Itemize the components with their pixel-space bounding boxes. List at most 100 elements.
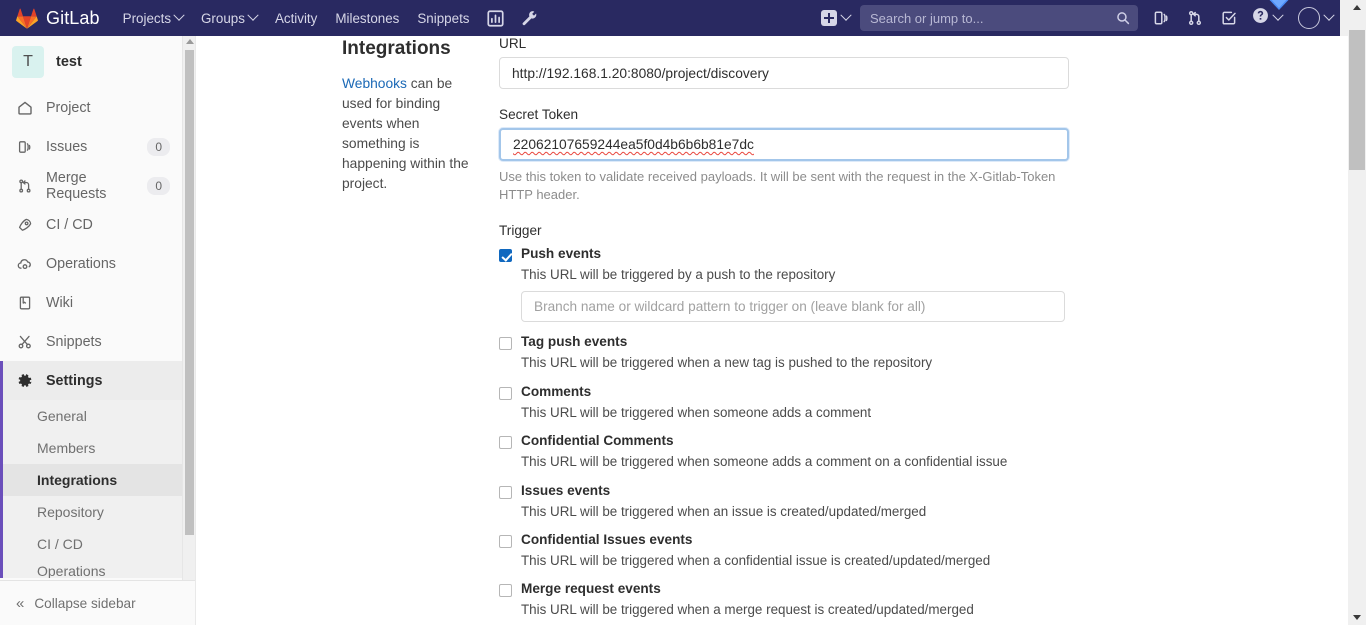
- project-name: test: [56, 54, 82, 70]
- nav-link-projects-label: Projects: [122, 10, 172, 26]
- sidebar-item-cicd-label: CI / CD: [46, 216, 93, 233]
- url-input[interactable]: [499, 57, 1069, 89]
- trigger-body: Comments This URL will be triggered when…: [521, 384, 1069, 421]
- project-avatar: T: [12, 46, 44, 78]
- top-navbar: GitLab Projects Groups Activity Mileston…: [0, 0, 1348, 36]
- trigger-row-tag-push-events: Tag push events This URL will be trigger…: [499, 334, 1069, 371]
- issues-count-badge: 0: [147, 137, 170, 156]
- nav-link-groups-label: Groups: [201, 10, 245, 26]
- page-scrollbar-thumb[interactable]: [1349, 30, 1365, 170]
- merge-requests-icon[interactable]: [1178, 0, 1212, 36]
- sidebar-subitem-members[interactable]: Members: [3, 432, 182, 464]
- trigger-desc-issues-events: This URL will be triggered when an issue…: [521, 503, 927, 519]
- sidebar-item-operations[interactable]: Operations: [0, 244, 182, 283]
- section-description-rest: can be used for binding events when some…: [342, 75, 469, 191]
- home-icon: [16, 100, 34, 116]
- secret-token-input[interactable]: 22062107659244ea5f0d4b6b6b81e7dc: [499, 128, 1069, 161]
- nav-link-groups[interactable]: Groups: [192, 0, 266, 36]
- nav-link-snippets-label: Snippets: [417, 10, 470, 26]
- sidebar-item-cicd[interactable]: CI / CD: [0, 205, 182, 244]
- help-menu-button[interactable]: [1246, 7, 1288, 29]
- trigger-desc-comments: This URL will be triggered when someone …: [521, 404, 872, 420]
- sidebar-item-project[interactable]: Project: [0, 88, 182, 127]
- sidebar-item-project-label: Project: [46, 99, 91, 116]
- nav-link-milestones[interactable]: Milestones: [326, 0, 408, 36]
- gitlab-home-link[interactable]: GitLab: [0, 0, 114, 36]
- trigger-label-push-events: Push events: [521, 245, 602, 261]
- book-icon: [16, 295, 34, 311]
- sidebar-scrollbar[interactable]: [182, 36, 195, 580]
- create-new-button[interactable]: [813, 0, 858, 36]
- scroll-up-arrow-icon[interactable]: [1353, 5, 1361, 10]
- scroll-up-arrow-icon[interactable]: [186, 39, 194, 44]
- webhook-form-column: URL Secret Token 22062107659244ea5f0d4b6…: [499, 36, 1069, 625]
- checkbox-wrapper: [499, 384, 521, 421]
- project-header[interactable]: T test: [0, 36, 182, 88]
- secret-token-value: 22062107659244ea5f0d4b6b6b81e7dc: [513, 137, 754, 152]
- trigger-body: Tag push events This URL will be trigger…: [521, 334, 1069, 371]
- page-title: Integrations: [342, 38, 451, 59]
- checkbox-issues-events[interactable]: [499, 485, 512, 499]
- nav-link-snippets[interactable]: Snippets: [408, 0, 478, 36]
- sidebar-item-wiki[interactable]: Wiki: [0, 283, 182, 322]
- trigger-label-tag-push-events: Tag push events: [521, 334, 628, 350]
- section-description: Webhooks can be used for binding events …: [342, 74, 469, 194]
- sidebar-subitem-integrations[interactable]: Integrations: [3, 464, 182, 496]
- trigger-body: Confidential Issues events This URL will…: [521, 532, 1069, 569]
- issues-icon[interactable]: [1144, 0, 1178, 36]
- sidebar-subitem-repository[interactable]: Repository: [3, 496, 182, 528]
- checkbox-comments[interactable]: [499, 386, 512, 400]
- checkbox-confidential-issues-events[interactable]: [499, 534, 512, 548]
- nav-link-milestones-label: Milestones: [335, 10, 400, 26]
- trigger-desc-merge-request-events: This URL will be triggered when a merge …: [521, 602, 974, 618]
- sidebar-item-snippets[interactable]: Snippets: [0, 322, 182, 361]
- sidebar-item-merge-requests-label: Merge Requests: [46, 169, 107, 202]
- trigger-row-merge-request-events: Merge request events This URL will be tr…: [499, 581, 1069, 618]
- checkbox-wrapper: [499, 532, 521, 569]
- checkbox-tag-push-events[interactable]: [499, 337, 512, 351]
- analytics-chart-icon[interactable]: [479, 0, 513, 36]
- trigger-desc-confidential-comments: This URL will be triggered when someone …: [521, 454, 1008, 470]
- checkbox-confidential-comments[interactable]: [499, 436, 512, 450]
- trigger-row-push-events: Push events This URL will be triggered b…: [499, 245, 1069, 323]
- secret-token-field-group: Secret Token 22062107659244ea5f0d4b6b6b8…: [499, 107, 1069, 205]
- user-menu-button[interactable]: [1288, 7, 1340, 29]
- search-input[interactable]: [870, 10, 1116, 26]
- url-label: URL: [499, 36, 527, 51]
- trigger-label-comments: Comments: [521, 383, 592, 399]
- sidebar-scrollbar-thumb[interactable]: [185, 50, 194, 535]
- push-events-branch-filter-input[interactable]: [521, 291, 1065, 323]
- collapse-sidebar-label: Collapse sidebar: [34, 595, 136, 611]
- admin-wrench-icon[interactable]: [513, 0, 547, 36]
- sidebar-subitem-operations[interactable]: Operations: [3, 560, 182, 578]
- webhooks-link[interactable]: Webhooks: [342, 76, 407, 91]
- nav-link-activity-label: Activity: [274, 10, 318, 26]
- sidebar-item-issues[interactable]: Issues 0: [0, 127, 182, 166]
- secret-token-help-text: Use this token to validate received payl…: [499, 169, 1056, 203]
- trigger-desc-push-events: This URL will be triggered by a push to …: [521, 266, 836, 282]
- chevron-down-icon: [1323, 9, 1335, 21]
- sidebar-item-settings[interactable]: Settings: [3, 361, 182, 400]
- trigger-body: Issues events This URL will be triggered…: [521, 483, 1069, 520]
- nav-link-activity[interactable]: Activity: [266, 0, 326, 36]
- user-avatar-icon: [1298, 7, 1320, 29]
- nav-link-projects[interactable]: Projects: [114, 0, 192, 36]
- sidebar-section-settings: Settings General Members Integrations Re…: [0, 361, 182, 578]
- gitlab-brand-text: GitLab: [46, 8, 100, 28]
- trigger-body: Merge request events This URL will be tr…: [521, 581, 1069, 618]
- collapse-sidebar-button[interactable]: « Collapse sidebar: [0, 580, 195, 625]
- sidebar-subitem-general[interactable]: General: [3, 400, 182, 432]
- merge-requests-count-badge: 0: [147, 176, 170, 195]
- sidebar-scroll-area: T test Project Issues 0 Merge Requests 0…: [0, 36, 182, 580]
- checkbox-push-events[interactable]: [499, 248, 512, 262]
- scroll-down-arrow-icon[interactable]: [1353, 615, 1361, 620]
- todos-icon[interactable]: [1212, 0, 1246, 36]
- trigger-label-issues-events: Issues events: [521, 482, 611, 498]
- trigger-section-title: Trigger: [499, 222, 542, 238]
- trigger-row-issues-events: Issues events This URL will be triggered…: [499, 483, 1069, 520]
- global-search-box[interactable]: [860, 5, 1138, 31]
- sidebar-item-merge-requests[interactable]: Merge Requests 0: [0, 166, 182, 205]
- sidebar-subitem-cicd[interactable]: CI / CD: [3, 528, 182, 560]
- page-scrollbar[interactable]: [1348, 0, 1366, 625]
- checkbox-merge-request-events[interactable]: [499, 584, 512, 598]
